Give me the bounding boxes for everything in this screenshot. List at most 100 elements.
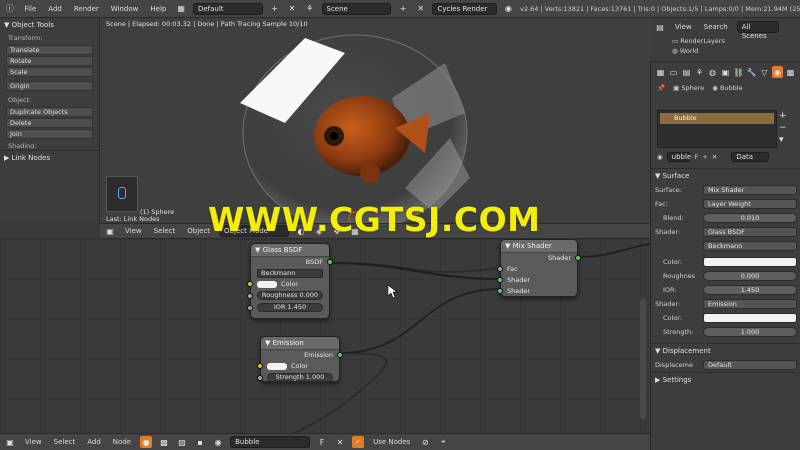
remove-scene-icon[interactable]: ✕ <box>415 3 427 15</box>
scene-tab-icon[interactable]: ⚘ <box>694 66 705 78</box>
emission-color-swatch[interactable] <box>267 362 287 370</box>
unlink-material-icon[interactable]: ✕ <box>334 436 346 448</box>
displacement-select[interactable]: Default <box>703 360 797 370</box>
surface-section-header[interactable]: ▼ Surface <box>651 168 800 183</box>
texture-tab-icon[interactable]: ▩ <box>785 66 796 78</box>
glass-roughness-field[interactable]: Roughness 0.000 <box>257 291 323 300</box>
scene-field[interactable]: Scene <box>321 2 392 15</box>
menu-render[interactable]: Render <box>71 5 102 13</box>
material-add-button[interactable]: + <box>702 153 707 161</box>
data-tab-icon[interactable]: ▽ <box>759 66 770 78</box>
scale-button[interactable]: Scale <box>6 67 93 77</box>
outliner-menu-search[interactable]: Search <box>701 23 731 31</box>
outliner-menu-view[interactable]: View <box>672 23 695 31</box>
glass-distribution-select[interactable]: Beckmann <box>257 269 323 278</box>
mix-shader-node[interactable]: ▼ Mix Shader Shader Fac Shader Shader <box>497 239 581 297</box>
mix-fac-socket[interactable] <box>497 266 503 272</box>
glass-ior-field[interactable]: IOR 1.450 <box>257 303 323 312</box>
slot-menu-button[interactable]: ▾ <box>779 134 787 146</box>
vp-menu-view[interactable]: View <box>122 227 145 235</box>
object-data-icon[interactable]: ▪ <box>194 436 206 448</box>
glass-bsdf-node[interactable]: ▼ Glass BSDF BSDF Beckmann Color Roughne… <box>247 243 333 319</box>
mix-output-socket[interactable] <box>575 255 581 261</box>
emission-strength-socket[interactable] <box>257 375 263 381</box>
duplicate-objects-button[interactable]: Duplicate Objects <box>6 107 93 117</box>
material-slot-list[interactable]: Bubble <box>657 110 777 148</box>
add-slot-button[interactable]: + <box>779 110 787 122</box>
remove-slot-button[interactable]: − <box>779 122 787 134</box>
3d-viewport[interactable]: Scene | Elapsed: 00:03.32 | Done | Path … <box>100 18 650 223</box>
color2-swatch[interactable] <box>703 313 797 323</box>
material-unlink-button[interactable]: ✕ <box>712 153 717 161</box>
glass-color-swatch[interactable] <box>257 280 277 288</box>
roughness-field[interactable]: 0.000 <box>703 271 797 281</box>
breadcrumb-object[interactable]: ▣ Sphere <box>673 84 704 92</box>
emission-output-socket[interactable] <box>337 352 343 358</box>
mix-shader2-socket[interactable] <box>497 288 503 294</box>
properties-type-icon[interactable]: ▦ <box>655 66 666 78</box>
fac-select[interactable]: Layer Weight <box>703 199 797 209</box>
rotate-button[interactable]: Rotate <box>6 56 93 66</box>
node-editor-scrollbar[interactable] <box>640 299 646 419</box>
object-tools-header[interactable]: ▼ Object Tools <box>0 18 99 32</box>
emission-node[interactable]: ▼ Emission Emission Color Strength 1.000 <box>257 336 343 382</box>
material-link-select[interactable]: Data <box>731 152 770 162</box>
shader-nodes-icon[interactable]: ● <box>140 436 153 448</box>
color-swatch[interactable] <box>703 257 797 267</box>
outliner-type-icon[interactable]: ▤ <box>654 21 666 33</box>
ne-menu-select[interactable]: Select <box>51 438 79 446</box>
translate-button[interactable]: Translate <box>6 45 93 55</box>
origin-button[interactable]: Origin <box>6 81 93 91</box>
menu-window[interactable]: Window <box>108 5 142 13</box>
glass-output-socket[interactable] <box>327 259 333 265</box>
ne-menu-view[interactable]: View <box>22 438 45 446</box>
compositing-nodes-icon[interactable]: ▩ <box>158 436 170 448</box>
ne-menu-node[interactable]: Node <box>110 438 134 446</box>
emission-color-socket[interactable] <box>257 363 263 369</box>
link-nodes-header[interactable]: ▶ Link Nodes <box>0 150 99 165</box>
outliner-display-select[interactable]: All Scenes <box>736 21 779 40</box>
material-tab-icon[interactable]: ◉ <box>772 66 783 78</box>
material-slot-bubble[interactable]: Bubble <box>660 113 774 124</box>
glass-node-header[interactable]: ▼ Glass BSDF <box>251 244 329 257</box>
constraints-tab-icon[interactable]: ⛓ <box>733 66 744 78</box>
fake-user-icon[interactable]: F <box>316 436 328 448</box>
glass-roughness-socket[interactable] <box>247 293 253 299</box>
material-browse-icon[interactable]: ◉ <box>657 153 663 161</box>
shader2-select[interactable]: Emission <box>703 299 797 309</box>
remove-layout-icon[interactable]: ✕ <box>286 3 298 15</box>
material-datablock-field[interactable]: ubble <box>666 152 691 162</box>
screen-layout-icon[interactable]: ▦ <box>175 3 187 15</box>
use-nodes-checkbox[interactable]: ✓ <box>352 436 365 448</box>
add-layout-icon[interactable]: + <box>269 3 281 15</box>
object-tab-icon[interactable]: ▣ <box>720 66 731 78</box>
vp-menu-select[interactable]: Select <box>151 227 179 235</box>
glass-ior-socket[interactable] <box>247 305 253 311</box>
menu-help[interactable]: Help <box>147 5 169 13</box>
modifiers-tab-icon[interactable]: 🔧 <box>746 66 757 78</box>
glass-color-socket[interactable] <box>247 281 253 287</box>
ne-menu-add[interactable]: Add <box>84 438 104 446</box>
displacement-section-header[interactable]: ▼ Displacement <box>651 343 800 358</box>
ior-field[interactable]: 1.450 <box>703 285 797 295</box>
texture-nodes-icon[interactable]: ▨ <box>176 436 188 448</box>
renderlayers-tab-icon[interactable]: ▤ <box>681 66 692 78</box>
material-name-field[interactable]: Bubble <box>230 436 311 448</box>
world-tab-icon[interactable]: ◍ <box>707 66 718 78</box>
render-engine-select[interactable]: Cycles Render <box>432 2 497 15</box>
emission-strength-field[interactable]: Strength 1.000 <box>267 373 333 382</box>
pin-icon[interactable]: 📌 <box>657 84 665 92</box>
render-tab-icon[interactable]: ▭ <box>668 66 679 78</box>
shader1-select[interactable]: Glass BSDF <box>703 227 797 237</box>
settings-section-header[interactable]: ▶ Settings <box>651 372 800 387</box>
material-fake-user-button[interactable]: F <box>695 153 699 161</box>
mix-shader1-socket[interactable] <box>497 277 503 283</box>
outliner-item-renderlayers[interactable]: ▭ RenderLayers <box>650 36 800 46</box>
emission-node-header[interactable]: ▼ Emission <box>261 337 339 350</box>
mix-node-header[interactable]: ▼ Mix Shader <box>501 240 577 253</box>
outliner-item-world[interactable]: ◍ World <box>650 46 800 56</box>
node-editor[interactable]: ▼ Glass BSDF BSDF Beckmann Color Roughne… <box>0 239 650 433</box>
menu-add[interactable]: Add <box>45 5 65 13</box>
strength-field[interactable]: 1.000 <box>703 327 797 337</box>
join-button[interactable]: Join <box>6 129 93 139</box>
